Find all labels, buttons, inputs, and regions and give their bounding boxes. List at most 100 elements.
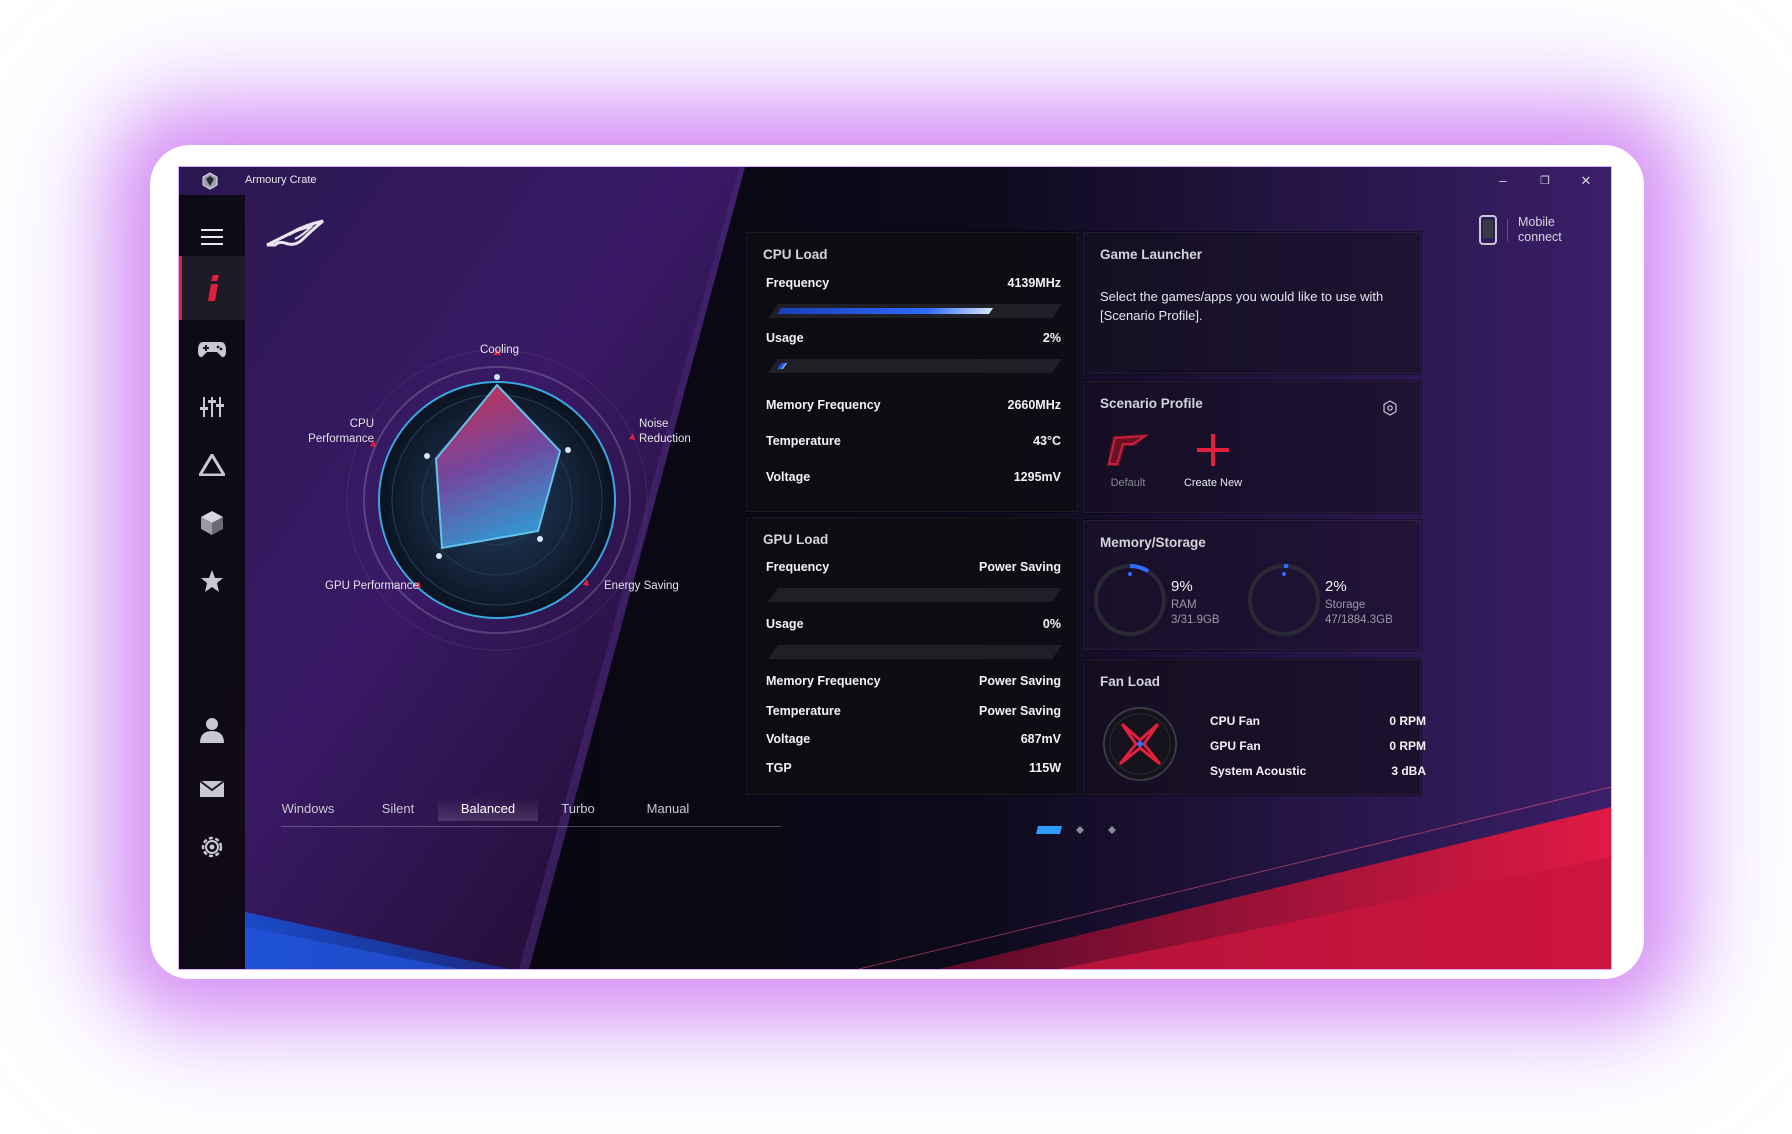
cpu-usage-row: Usage 2% (766, 331, 1061, 345)
cpu-usage-value: 2% (1042, 331, 1061, 345)
sidebar-item-news[interactable] (179, 757, 245, 821)
cpu-memfreq-label: Memory Frequency (766, 398, 881, 412)
cpu-voltage-label: Voltage (766, 470, 811, 484)
sidebar-item-settings-tuning[interactable] (179, 375, 245, 439)
cpu-fan-label: CPU Fan (1210, 714, 1261, 728)
cpu-voltage-value: 1295mV (1013, 470, 1061, 484)
scenario-default-label: Default (1110, 477, 1146, 489)
phone-icon (1479, 215, 1497, 245)
cpu-usage-bar (768, 359, 1062, 373)
mobile-line2: connect (1518, 230, 1562, 244)
gpu-tgp-label: TGP (766, 761, 792, 775)
cpu-usage-bar-fill (776, 363, 788, 369)
page-dot-2 (1076, 826, 1084, 834)
mail-icon (199, 780, 225, 797)
ram-label: RAM (1171, 599, 1197, 611)
radar-label-cpu-line2: Performance (308, 433, 374, 445)
page-indicator (1036, 826, 1116, 834)
gpu-frequency-row: Frequency Power Saving (766, 560, 1061, 574)
gpu-usage-value: 0% (1042, 617, 1061, 631)
scenario-profile-title: Scenario Profile (1100, 396, 1203, 411)
cpu-memfreq-value: 2660MHz (1007, 398, 1062, 412)
radar-label-cpu-line1: CPU (349, 418, 374, 430)
cpu-frequency-row: Frequency 4139MHz (766, 276, 1061, 290)
cpu-temp-label: Temperature (766, 434, 841, 448)
memory-storage-panel[interactable]: Memory/Storage 9% RAM 3/31.9GB 2% Storag… (1083, 520, 1421, 650)
mode-turbo[interactable]: Turbo (528, 797, 628, 821)
gpu-frequency-label: Frequency (766, 560, 830, 574)
scenario-settings-icon[interactable] (1382, 400, 1398, 416)
gpu-memfreq-label: Memory Frequency (766, 674, 881, 688)
radar-label-noise-line1: Noise (639, 418, 669, 430)
radar-label-noise-line2: Reduction (639, 433, 691, 445)
scenario-create-new[interactable]: Create New (1168, 432, 1258, 489)
cpu-usage-label: Usage (766, 331, 804, 345)
modes-underline (281, 826, 781, 827)
aura-icon (199, 454, 225, 476)
gpu-tgp-value: 115W (1029, 761, 1061, 775)
gpu-fan-value: 0 RPM (1389, 739, 1426, 753)
gpu-tgp-row: TGP 115W (766, 761, 1061, 775)
fan-load-panel[interactable]: Fan Load CPU Fan 0 RPM GPU Fan 0 RPM Sys… (1083, 659, 1426, 795)
acoustic-label: System Acoustic (1210, 764, 1307, 778)
gpu-usage-label: Usage (766, 617, 804, 631)
rog-logo (266, 219, 324, 247)
memory-storage-title: Memory/Storage (1100, 535, 1206, 550)
mode-balanced[interactable]: Balanced (438, 797, 538, 821)
armoury-crate-icon (202, 172, 218, 190)
radar-label-noise: Noise Reduction (639, 417, 691, 447)
radar-label-cpu: CPU Performance (304, 417, 374, 447)
default-profile-icon (1107, 434, 1149, 466)
gpu-temp-value: Power Saving (979, 704, 1061, 718)
game-launcher-panel[interactable]: Game Launcher Select the games/apps you … (1083, 232, 1421, 374)
cpu-frequency-label: Frequency (766, 276, 830, 290)
gpu-memfreq-value: Power Saving (979, 674, 1061, 688)
gpu-fan-row: GPU Fan 0 RPM (1210, 739, 1426, 753)
cpu-load-panel[interactable]: CPU Load Frequency 4139MHz Usage 2% Memo… (746, 232, 1078, 512)
gpu-temp-label: Temperature (766, 704, 841, 718)
ram-info: RAM 3/31.9GB (1171, 598, 1220, 628)
sidebar-item-aura[interactable] (179, 433, 245, 497)
scenario-profile-panel: Scenario Profile Default Create New (1083, 381, 1421, 513)
scenario-default[interactable]: Default (1098, 432, 1158, 489)
page-dot-3 (1108, 826, 1116, 834)
game-launcher-title: Game Launcher (1100, 247, 1203, 262)
sidebar-item-game-library[interactable] (179, 317, 245, 381)
radar-label-cooling: Cooling (480, 344, 519, 356)
ram-percent: 9% (1171, 578, 1193, 595)
cpu-frequency-value: 4139MHz (1007, 276, 1062, 290)
star-icon (201, 570, 223, 592)
sidebar-item-home[interactable] (179, 256, 245, 320)
gpu-load-title: GPU Load (763, 532, 829, 547)
app-window: Armoury Crate – ❐ ✕ Mobile connect Cooli… (179, 167, 1611, 969)
mode-windows[interactable]: Windows (258, 797, 358, 821)
fan-icon (1103, 707, 1177, 781)
gpu-memfreq-row: Memory Frequency Power Saving (766, 674, 1061, 688)
sidebar-item-favorites[interactable] (179, 549, 245, 613)
sidebar-item-settings[interactable] (179, 815, 245, 879)
sidebar-item-featured[interactable] (179, 491, 245, 555)
sidebar-item-user[interactable] (179, 698, 245, 762)
settings-icon (201, 836, 223, 858)
mode-silent[interactable]: Silent (348, 797, 448, 821)
restore-button[interactable]: ❐ (1532, 171, 1558, 191)
cpu-temp-row: Temperature 43°C (766, 434, 1061, 448)
close-button[interactable]: ✕ (1573, 171, 1599, 191)
storage-ring (1248, 564, 1320, 636)
home-icon (207, 275, 219, 301)
mode-manual[interactable]: Manual (618, 797, 718, 821)
cpu-voltage-row: Voltage 1295mV (766, 470, 1061, 484)
gpu-usage-bar (768, 645, 1062, 659)
gpu-load-panel[interactable]: GPU Load Frequency Power Saving Usage 0%… (746, 517, 1078, 795)
game-launcher-description: Select the games/apps you would like to … (1100, 289, 1384, 323)
page-dot-active (1036, 826, 1062, 834)
acoustic-value: 3 dBA (1391, 764, 1426, 778)
gpu-voltage-label: Voltage (766, 732, 811, 746)
box-icon (201, 511, 223, 535)
radar-label-energy: Energy Saving (604, 580, 679, 592)
gpu-usage-row: Usage 0% (766, 617, 1061, 631)
title-bar: Armoury Crate – ❐ ✕ (179, 167, 1611, 195)
gamepad-icon (198, 342, 226, 358)
mobile-connect-button[interactable]: Mobile connect (1479, 215, 1562, 245)
minimize-button[interactable]: – (1490, 171, 1516, 191)
